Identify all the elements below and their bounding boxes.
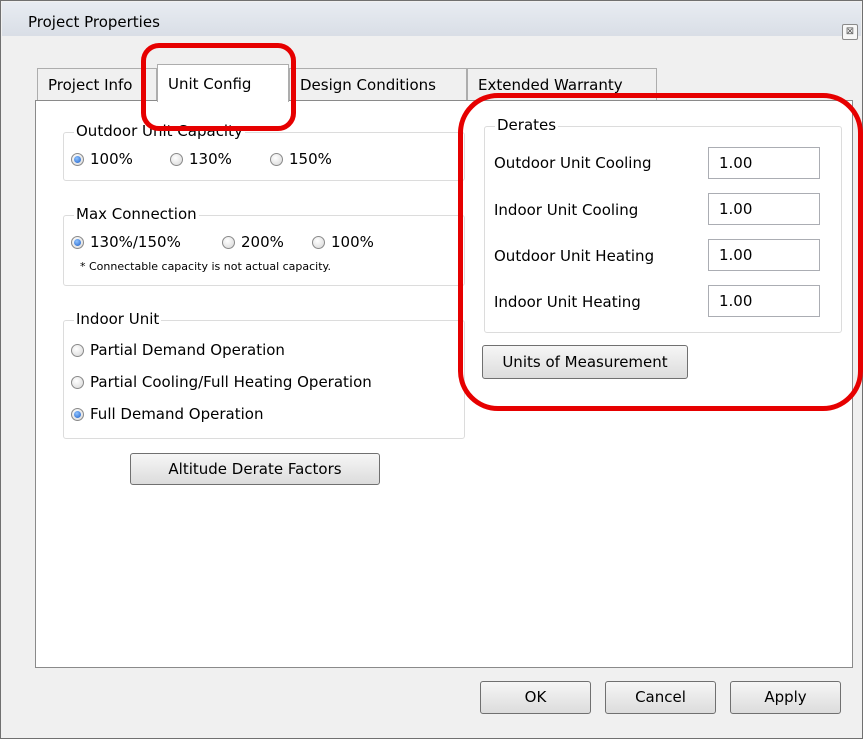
title-bar[interactable]: Project Properties ⊠ [2,2,861,40]
radio-150[interactable]: 150% [270,150,332,168]
radio-icon [71,375,84,389]
radio-partial-demand[interactable]: Partial Demand Operation [71,341,285,359]
outdoor-unit-capacity-group: Outdoor Unit Capacity 100% 130% 150% [63,122,465,181]
outdoor-unit-heating-field[interactable]: 1.00 [708,239,820,271]
radio-full-demand[interactable]: Full Demand Operation [71,405,263,423]
max-connection-legend: Max Connection [74,205,199,223]
apply-button[interactable]: Apply [730,681,841,714]
cancel-button[interactable]: Cancel [605,681,716,714]
unit-config-panel: Outdoor Unit Capacity 100% 130% 150% Max… [35,100,853,668]
radio-icon [312,235,325,249]
close-icon[interactable]: ⊠ [842,24,858,40]
tab-unit-config[interactable]: Unit Config [157,64,289,102]
tab-design-conditions[interactable]: Design Conditions [289,68,467,100]
window-title: Project Properties [28,13,160,31]
indoor-unit-group: Indoor Unit Partial Demand Operation Par… [63,310,465,439]
radio-icon [71,343,84,357]
outdoor-unit-heating-label: Outdoor Unit Heating [494,247,655,265]
outdoor-unit-capacity-legend: Outdoor Unit Capacity [74,122,245,140]
max-connection-group: Max Connection 130%/150% 200% 100% * Con… [63,205,465,286]
radio-selected-icon [71,407,84,421]
derates-legend: Derates [495,116,559,134]
altitude-derate-factors-button[interactable]: Altitude Derate Factors [130,453,380,485]
radio-130-150[interactable]: 130%/150% [71,233,181,251]
indoor-unit-heating-field[interactable]: 1.00 [708,285,820,317]
indoor-unit-legend: Indoor Unit [74,310,162,328]
radio-icon [170,152,183,166]
outdoor-unit-cooling-label: Outdoor Unit Cooling [494,154,652,172]
radio-icon [222,235,235,249]
radio-130[interactable]: 130% [170,150,232,168]
indoor-unit-cooling-label: Indoor Unit Cooling [494,201,639,219]
project-properties-dialog: Project Properties ⊠ Project Info Unit C… [0,0,863,739]
radio-200[interactable]: 200% [222,233,284,251]
radio-100[interactable]: 100% [71,150,133,168]
radio-selected-icon [71,152,84,166]
ok-button[interactable]: OK [480,681,591,714]
tab-extended-warranty[interactable]: Extended Warranty [467,68,657,100]
radio-icon [270,152,283,166]
radio-selected-icon [71,235,84,249]
radio-partial-cooling-full-heating[interactable]: Partial Cooling/Full Heating Operation [71,373,372,391]
units-of-measurement-button[interactable]: Units of Measurement [482,345,688,379]
radio-100[interactable]: 100% [312,233,374,251]
indoor-unit-heating-label: Indoor Unit Heating [494,293,641,311]
tab-project-info[interactable]: Project Info [37,68,157,100]
outdoor-unit-cooling-field[interactable]: 1.00 [708,147,820,179]
indoor-unit-cooling-field[interactable]: 1.00 [708,193,820,225]
capacity-note: * Connectable capacity is not actual cap… [80,260,331,273]
derates-group: Derates Outdoor Unit Cooling 1.00 Indoor… [484,116,842,333]
